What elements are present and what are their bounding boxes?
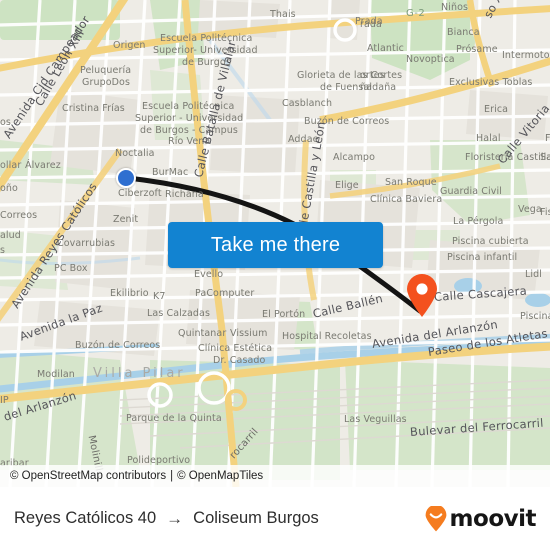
route-arrow-icon: → <box>166 508 184 528</box>
moovit-pin-icon <box>425 505 446 531</box>
map-share-card: Thais Prada Niños Origen Escuela Politécnica… <box>0 0 550 550</box>
take-me-there-button[interactable]: Take me there <box>168 222 383 268</box>
attribution-separator: | <box>170 470 174 482</box>
route-summary: Reyes Católicos 40 → Coliseum Burgos <box>14 509 319 529</box>
route-destination-label: Coliseum Burgos <box>193 509 319 527</box>
map-attribution: © OpenStreetMap contributors | © OpenMap… <box>0 465 550 487</box>
moovit-wordmark: moovit <box>449 505 537 532</box>
attribution-osm[interactable]: © OpenStreetMap contributors <box>10 470 166 482</box>
origin-dot[interactable] <box>116 168 136 188</box>
map-canvas[interactable]: Thais Prada Niños Origen Escuela Politécnica… <box>0 0 550 487</box>
route-origin-label: Reyes Católicos 40 <box>14 509 157 527</box>
attribution-tiles[interactable]: © OpenMapTiles <box>177 470 263 482</box>
footer-bar: Reyes Católicos 40 → Coliseum Burgos moo… <box>0 487 550 550</box>
moovit-logo[interactable]: moovit <box>423 505 537 532</box>
destination-pin[interactable] <box>404 272 440 318</box>
